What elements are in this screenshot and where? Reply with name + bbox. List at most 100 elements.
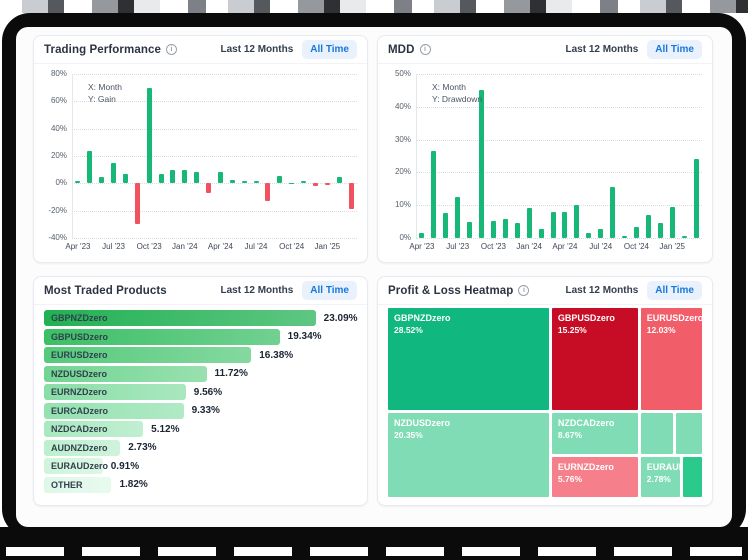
product-bar[interactable]: EURAUDzero — [44, 458, 103, 474]
bar[interactable] — [277, 176, 282, 184]
panel-header: Trading Performance i Last 12 Months All… — [34, 36, 367, 64]
bar[interactable] — [254, 181, 259, 184]
range-last-12-months-button[interactable]: Last 12 Months — [220, 285, 293, 296]
heatmap-cell-value: 12.03% — [647, 325, 696, 335]
product-bar[interactable]: NZDUSDzero — [44, 366, 207, 382]
bar[interactable] — [694, 159, 699, 238]
info-icon[interactable]: i — [518, 285, 529, 296]
bar[interactable] — [551, 212, 556, 238]
bar[interactable] — [527, 208, 532, 238]
bar[interactable] — [682, 236, 687, 238]
bar[interactable] — [431, 151, 436, 238]
panel-title: Trading Performance — [44, 44, 161, 56]
bar[interactable] — [325, 183, 330, 185]
heatmap-cell[interactable]: EURAUDzero2.78% — [641, 457, 681, 497]
product-bar[interactable]: AUDNZDzero — [44, 440, 120, 456]
range-last-12-months-button[interactable]: Last 12 Months — [220, 44, 293, 55]
bar[interactable] — [586, 233, 591, 238]
heatmap-cell[interactable] — [641, 413, 674, 454]
heatmap-cell[interactable]: NZDCADzero8.67% — [552, 413, 638, 454]
bar[interactable] — [634, 227, 639, 238]
gridline — [416, 140, 702, 141]
bar[interactable] — [574, 205, 579, 238]
product-label: EURUSDzero — [44, 350, 108, 360]
heatmap-cell-value: 8.67% — [558, 430, 632, 440]
bar[interactable] — [99, 177, 104, 184]
bar[interactable] — [170, 170, 175, 184]
bar[interactable] — [123, 174, 128, 184]
bar[interactable] — [182, 170, 187, 184]
bar[interactable] — [562, 212, 567, 238]
bar[interactable] — [87, 151, 92, 184]
product-bar[interactable]: GBPUSDzero — [44, 329, 280, 345]
bar[interactable] — [539, 229, 544, 238]
bar[interactable] — [467, 222, 472, 238]
range-all-time-button[interactable]: All Time — [302, 281, 357, 300]
bar[interactable] — [455, 197, 460, 238]
heatmap-cell[interactable]: GBPNZDzero28.52% — [388, 308, 549, 410]
bar[interactable] — [289, 183, 294, 184]
bar[interactable] — [515, 223, 520, 238]
bar[interactable] — [242, 181, 247, 184]
x-tick-label: Jan '24 — [516, 242, 542, 251]
bar[interactable] — [265, 183, 270, 201]
bar[interactable] — [349, 183, 354, 209]
product-label: NZDUSDzero — [44, 369, 107, 379]
product-row: GBPNZDzero23.09% — [44, 310, 359, 326]
bar[interactable] — [622, 236, 627, 238]
heatmap-cell[interactable] — [676, 413, 702, 454]
heatmap-cell[interactable]: EURUSDzero 12.03% — [641, 308, 702, 410]
bar[interactable] — [313, 183, 318, 186]
x-tick-label: Jul '23 — [102, 242, 125, 251]
bar[interactable] — [658, 223, 663, 238]
product-bar[interactable]: OTHER — [44, 477, 111, 493]
bar[interactable] — [206, 183, 211, 193]
x-tick-label: Apr '23 — [65, 242, 90, 251]
panel-mdd: MDD i Last 12 Months All Time 50%40%30%2… — [377, 35, 713, 263]
range-all-time-button[interactable]: All Time — [302, 40, 357, 59]
info-icon[interactable]: i — [166, 44, 177, 55]
bar[interactable] — [135, 183, 140, 224]
product-value: 2.73% — [128, 442, 156, 453]
bar[interactable] — [194, 172, 199, 183]
range-last-12-months-button[interactable]: Last 12 Months — [565, 44, 638, 55]
heatmap-cell[interactable] — [683, 457, 702, 497]
x-tick-label: Jul '24 — [589, 242, 612, 251]
dashboard-canvas: Trading Performance i Last 12 Months All… — [16, 27, 732, 527]
bar[interactable] — [491, 221, 496, 238]
x-tick-label: Apr '24 — [208, 242, 233, 251]
bar[interactable] — [111, 163, 116, 184]
product-label: OTHER — [44, 480, 83, 490]
x-tick-label: Jul '24 — [245, 242, 268, 251]
bar[interactable] — [443, 213, 448, 238]
bar[interactable] — [147, 88, 152, 184]
heatmap-cell[interactable]: NZDUSDzero20.35% — [388, 413, 549, 497]
product-bar[interactable]: EURUSDzero — [44, 347, 251, 363]
product-label: GBPUSDzero — [44, 332, 108, 342]
range-last-12-months-button[interactable]: Last 12 Months — [565, 285, 638, 296]
info-icon[interactable]: i — [420, 44, 431, 55]
bar[interactable] — [218, 172, 223, 184]
bar[interactable] — [670, 207, 675, 238]
bar[interactable] — [610, 187, 615, 238]
bar[interactable] — [230, 180, 235, 183]
product-bar[interactable]: EURNZDzero — [44, 384, 186, 400]
bar[interactable] — [479, 90, 484, 238]
x-tick-label: Oct '23 — [137, 242, 162, 251]
bar[interactable] — [337, 177, 342, 183]
x-tick-label: Jan '25 — [315, 242, 341, 251]
heatmap-cell[interactable]: EURNZDzero5.76% — [552, 457, 638, 497]
bar[interactable] — [503, 219, 508, 238]
range-all-time-button[interactable]: All Time — [647, 40, 702, 59]
heatmap-cell-name: EURUSDzero — [647, 313, 696, 323]
product-bar[interactable]: GBPNZDzero — [44, 310, 316, 326]
bar[interactable] — [419, 233, 424, 238]
bar[interactable] — [159, 174, 164, 184]
product-bar[interactable]: EURCADzero — [44, 403, 184, 419]
bar[interactable] — [598, 229, 603, 238]
x-tick-label: Oct '24 — [624, 242, 649, 251]
bar[interactable] — [646, 215, 651, 238]
range-all-time-button[interactable]: All Time — [647, 281, 702, 300]
heatmap-cell[interactable]: GBPUSDzero15.25% — [552, 308, 638, 410]
product-bar[interactable]: NZDCADzero — [44, 421, 143, 437]
